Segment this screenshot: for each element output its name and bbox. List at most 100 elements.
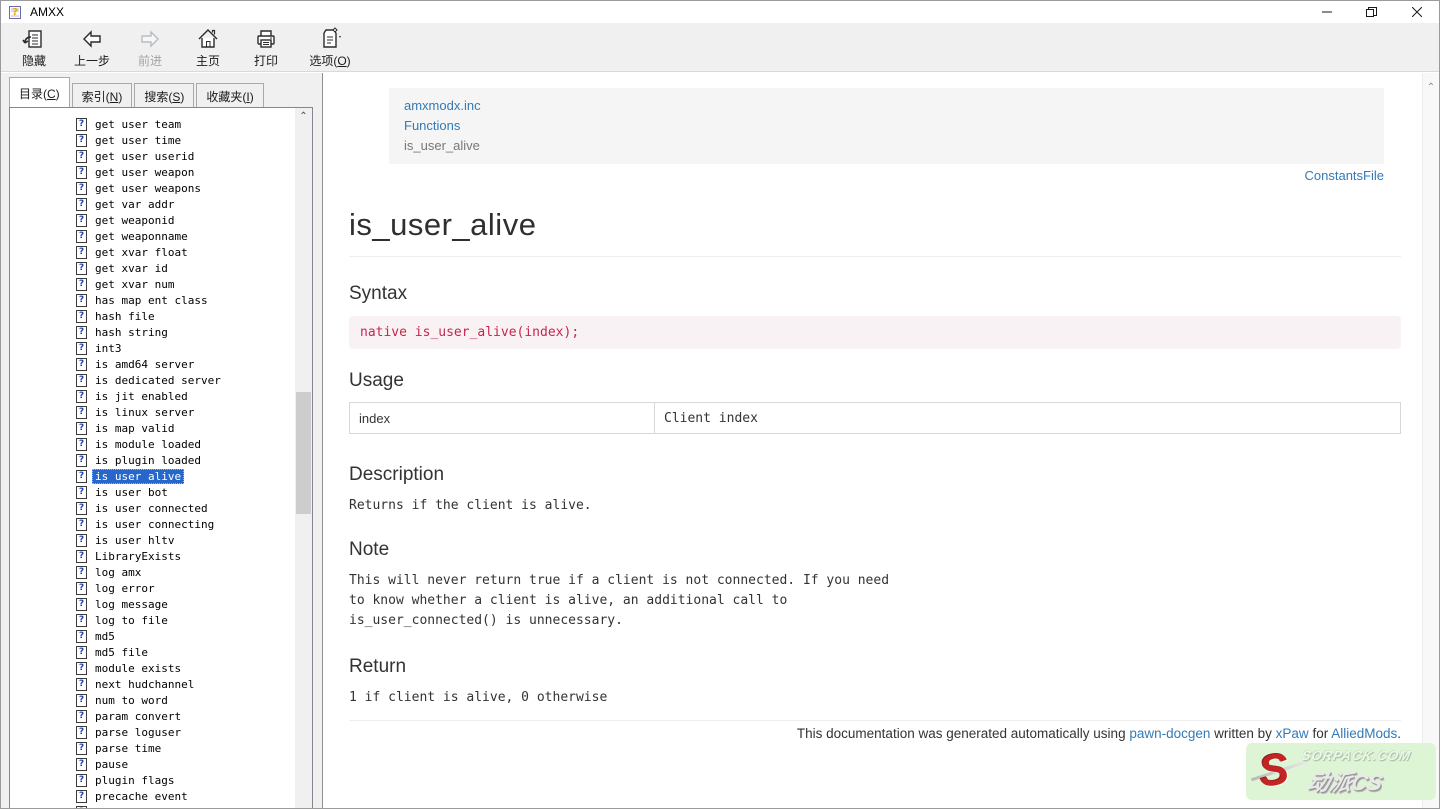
tree-item[interactable]: ?is module loaded [76,436,312,452]
tree-item[interactable]: ?log message [76,596,312,612]
watermark-brand-text: 动派CS [1305,765,1386,797]
watermark-site-text: SORPACK.COM [1300,748,1412,763]
window-title: AMXX [30,5,64,19]
note-text: This will never return true if a client … [349,571,1401,631]
tree-item[interactable]: ?parse loguser [76,724,312,740]
tree-item[interactable]: ? [76,804,312,808]
help-topic-icon: ? [76,134,87,147]
help-topic-icon: ? [76,470,87,483]
tree-item[interactable]: ?is user hltv [76,532,312,548]
help-topic-icon: ? [76,486,87,499]
tree-item[interactable]: ?get weaponname [76,228,312,244]
options-button[interactable]: 选项(O) [295,24,365,70]
tab-favorites[interactable]: 收藏夹(I) [196,83,263,107]
tree-item[interactable]: ?is map valid [76,420,312,436]
tree-item[interactable]: ?is user bot [76,484,312,500]
tree-item[interactable]: ?hash string [76,324,312,340]
close-button[interactable] [1394,1,1439,23]
tree-item[interactable]: ?is dedicated server [76,372,312,388]
tree-item[interactable]: ?is user alive [76,468,312,484]
back-button[interactable]: 上一步 [63,24,121,70]
watermark-logo: S SORPACK.COM 动派CS [1246,743,1436,800]
scroll-up-icon[interactable]: ⌃ [295,110,312,124]
tree-item[interactable]: ?get xvar float [76,244,312,260]
tree-item[interactable]: ?get user userid [76,148,312,164]
tab-search[interactable]: 搜索(S) [134,83,194,107]
breadcrumb-current: is_user_alive [404,136,1369,156]
tree-item[interactable]: ?get user team [76,116,312,132]
tree-item[interactable]: ?is plugin loaded [76,452,312,468]
help-topic-icon: ? [76,166,87,179]
breadcrumb-link-functions[interactable]: Functions [404,118,460,133]
footer-divider [349,720,1401,721]
tree-item[interactable]: ?md5 [76,628,312,644]
help-topic-icon: ? [76,806,87,809]
tree-item[interactable]: ?parse time [76,740,312,756]
tree-scrollbar-thumb[interactable] [296,392,311,514]
tree-item[interactable]: ?precache event [76,788,312,804]
scroll-up-icon[interactable]: ⌃ [1423,81,1439,95]
tree-item[interactable]: ?get xvar num [76,276,312,292]
tree-item[interactable]: ?get user time [76,132,312,148]
tree-item[interactable]: ?LibraryExists [76,548,312,564]
navigation-pane: 目录(C) 索引(N) 搜索(S) 收藏夹(I) ?get user team?… [1,73,323,808]
top-links: ConstantsFile [349,167,1384,185]
home-button[interactable]: 主页 [179,24,237,70]
file-link[interactable]: File [1363,168,1384,183]
tree-item[interactable]: ?next hudchannel [76,676,312,692]
tree-item[interactable]: ?get weaponid [76,212,312,228]
tree-item[interactable]: ?is linux server [76,404,312,420]
tree-item[interactable]: ?log amx [76,564,312,580]
help-topic-icon: ? [76,198,87,211]
tree-item[interactable]: ?is user connected [76,500,312,516]
tree-item[interactable]: ?md5 file [76,644,312,660]
usage-param-cell: index [350,403,655,434]
forward-label: 前进 [138,52,162,69]
help-topic-icon: ? [76,150,87,163]
toolbar: 隐藏 上一步 前进 主页 [1,23,1439,72]
pawn-docgen-link[interactable]: pawn-docgen [1129,726,1210,741]
print-button[interactable]: 打印 [237,24,295,70]
back-arrow-icon [80,27,104,51]
tree-item[interactable]: ?get xvar id [76,260,312,276]
help-topic-icon: ? [76,230,87,243]
tree-item[interactable]: ?has map ent class [76,292,312,308]
tree-item[interactable]: ?get user weapons [76,180,312,196]
help-topic-icon: ? [76,278,87,291]
description-heading: Description [349,464,1401,486]
constants-link[interactable]: Constants [1305,168,1364,183]
tree-item[interactable]: ?get var addr [76,196,312,212]
tree-item[interactable]: ?log to file [76,612,312,628]
tab-index[interactable]: 索引(N) [72,83,133,107]
tree-item[interactable]: ?pause [76,756,312,772]
tree-item[interactable]: ?int3 [76,340,312,356]
tree-item[interactable]: ?is user connecting [76,516,312,532]
tree-item[interactable]: ?hash file [76,308,312,324]
restore-button[interactable] [1349,1,1394,23]
xpaw-link[interactable]: xPaw [1276,726,1309,741]
help-topic-icon: ? [76,182,87,195]
tree-item[interactable]: ?is amd64 server [76,356,312,372]
tree-scrollbar[interactable]: ⌃ [295,108,312,808]
tree-item[interactable]: ?log error [76,580,312,596]
help-book-icon: ? [8,4,24,20]
breadcrumb-link-amxmodx-inc[interactable]: amxmodx.inc [404,98,481,113]
return-heading: Return [349,656,1401,678]
tree-item[interactable]: ?module exists [76,660,312,676]
minimize-button[interactable] [1304,1,1349,23]
content-scrollbar[interactable]: ⌃ [1422,73,1439,808]
tree-item[interactable]: ?get user weapon [76,164,312,180]
help-topic-icon: ? [76,342,87,355]
forward-button[interactable]: 前进 [121,24,179,70]
options-icon [318,27,342,51]
tree-item[interactable]: ?num to word [76,692,312,708]
note-heading: Note [349,539,1401,561]
help-topic-icon: ? [76,662,87,675]
hide-button[interactable]: 隐藏 [5,24,63,70]
tree-item[interactable]: ?plugin flags [76,772,312,788]
alliedmods-link[interactable]: AlliedMods [1331,726,1397,741]
tab-contents[interactable]: 目录(C) [9,77,70,107]
help-topic-icon: ? [76,566,87,579]
tree-item[interactable]: ?param convert [76,708,312,724]
tree-item[interactable]: ?is jit enabled [76,388,312,404]
